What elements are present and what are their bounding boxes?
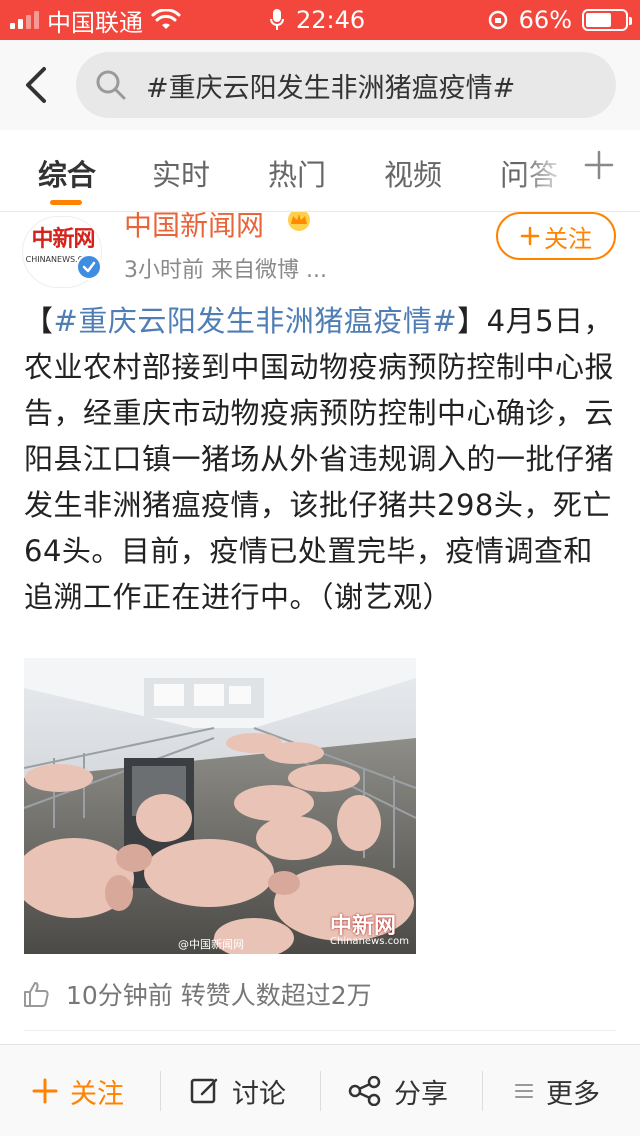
crown-icon <box>288 212 310 231</box>
carrier-name: 中国联通 <box>47 8 143 37</box>
avatar-logo-text: 中新网 <box>31 226 95 252</box>
weibo-post: 中新网 CHINANEWS.COM 中国新闻网 3小时前 来自微博 ... 关注… <box>0 212 640 1044</box>
status-bar: 中国联通 22:46 66% <box>0 0 640 40</box>
tab-hot[interactable]: 热门 <box>268 152 326 194</box>
battery-percent: 66% <box>518 6 572 34</box>
tab-active-indicator <box>50 200 82 205</box>
search-header: #重庆云阳发生非洲猪瘟疫情# <box>0 40 640 130</box>
battery-icon <box>582 9 632 31</box>
tab-video[interactable]: 视频 <box>384 152 442 194</box>
follow-button-label: 关注 <box>544 224 592 253</box>
verified-badge-icon <box>76 254 102 280</box>
search-input[interactable]: #重庆云阳发生非洲猪瘟疫情# <box>76 52 616 118</box>
engagement-info: 10分钟前 转赞人数超过2万 <box>22 974 372 1014</box>
search-query: #重庆云阳发生非洲猪瘟疫情# <box>146 72 516 104</box>
image-site-watermark: Chinanews.com <box>330 936 409 947</box>
tab-bar: 综合 实时 热门 视频 问答 <box>0 130 640 212</box>
tab-comprehensive[interactable]: 综合 <box>38 152 96 194</box>
more-label: 更多 <box>546 1078 600 1110</box>
separator <box>160 1071 161 1111</box>
engagement-text: 10分钟前 转赞人数超过2万 <box>66 981 372 1010</box>
edit-icon <box>190 1078 218 1104</box>
search-icon <box>96 70 126 100</box>
bottom-action-bar: 关注 讨论 分享 更多 <box>0 1044 640 1136</box>
share-icon <box>348 1076 381 1106</box>
separator <box>482 1071 483 1111</box>
post-meta: 3小时前 来自微博 ... <box>124 258 327 283</box>
separator <box>320 1071 321 1111</box>
author-name[interactable]: 中国新闻网 <box>124 212 264 244</box>
tab-realtime[interactable]: 实时 <box>152 152 210 194</box>
follow-button[interactable]: 关注 <box>496 212 616 260</box>
image-watermark: @中国新闻网 <box>178 938 244 951</box>
more-button[interactable]: 更多 <box>514 1045 600 1136</box>
clock-time: 22:46 <box>296 6 366 34</box>
back-arrow-icon[interactable] <box>22 66 52 104</box>
discuss-button[interactable]: 讨论 <box>190 1045 286 1136</box>
signal-icon <box>10 11 39 29</box>
wifi-icon <box>151 9 181 29</box>
tab-fade <box>520 140 570 200</box>
topic-link[interactable]: #重庆云阳发生非洲猪瘟疫情# <box>54 304 458 338</box>
post-text: 【#重庆云阳发生非洲猪瘟疫情#】4月5日，农业农村部接到中国动物疫病预防控制中心… <box>24 304 615 614</box>
follow-topic-button[interactable]: 关注 <box>32 1045 124 1136</box>
thumbs-up-icon <box>24 982 49 1007</box>
divider <box>24 1030 616 1031</box>
plus-icon <box>520 226 540 246</box>
discuss-label: 讨论 <box>232 1078 286 1110</box>
post-image[interactable]: @中国新闻网 中新网 Chinanews.com <box>24 658 416 954</box>
menu-icon <box>515 1084 533 1098</box>
plus-icon <box>32 1078 58 1104</box>
post-body: 4月5日，农业农村部接到中国动物疫病预防控制中心报告，经重庆市动物疫病预防控制中… <box>24 304 615 614</box>
share-label: 分享 <box>394 1078 448 1110</box>
microphone-icon <box>270 9 284 30</box>
add-tab-icon[interactable] <box>584 150 614 180</box>
share-button[interactable]: 分享 <box>348 1045 448 1136</box>
follow-topic-label: 关注 <box>70 1078 124 1110</box>
rotation-lock-icon <box>488 10 507 30</box>
